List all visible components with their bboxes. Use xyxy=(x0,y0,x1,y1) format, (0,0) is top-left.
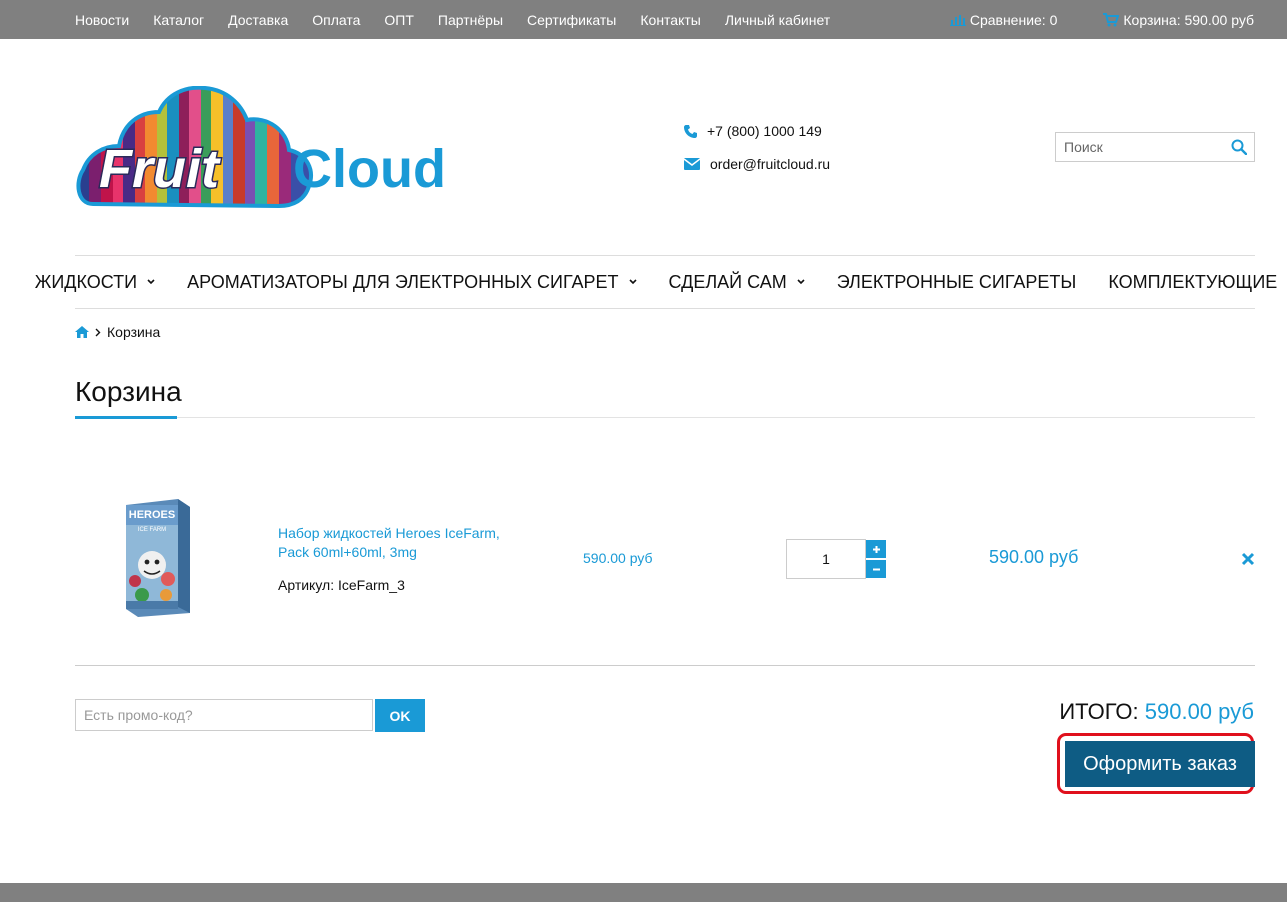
nav-item-flavorings[interactable]: АРОМАТИЗАТОРЫ ДЛЯ ЭЛЕКТРОННЫХ СИГАРЕТ xyxy=(187,271,637,293)
top-link-contacts[interactable]: Контакты xyxy=(640,12,700,28)
home-icon[interactable] xyxy=(75,326,89,338)
total-amount: 590.00 руб xyxy=(1144,699,1254,724)
chevron-down-icon xyxy=(147,279,155,285)
nav-label: КОМПЛЕКТУЮЩИЕ xyxy=(1108,271,1278,292)
quantity-increase-button[interactable] xyxy=(866,540,886,558)
title-divider xyxy=(75,417,1255,418)
search-button[interactable] xyxy=(1224,133,1254,161)
cart-icon xyxy=(1103,12,1120,26)
line-total: 590.00 руб xyxy=(989,547,1079,567)
nav-item-components[interactable]: КОМПЛЕКТУЮЩИЕ xyxy=(1108,272,1287,293)
top-link-partners[interactable]: Партнёры xyxy=(438,12,503,28)
nav-label: ЭЛЕКТРОННЫЕ СИГАРЕТЫ xyxy=(836,271,1077,292)
promo-apply-button[interactable]: OK xyxy=(375,699,425,732)
top-bar: Новости Каталог Доставка Оплата ОПТ Парт… xyxy=(0,0,1287,39)
top-link-payment[interactable]: Оплата xyxy=(312,12,360,28)
breadcrumb: Корзина xyxy=(75,324,160,340)
cart-link[interactable]: Корзина: 590.00 руб xyxy=(1103,12,1254,28)
page-title: Корзина xyxy=(75,376,182,407)
top-nav: Новости Каталог Доставка Оплата ОПТ Парт… xyxy=(75,0,854,39)
chevron-down-icon xyxy=(628,279,637,285)
nav-label: ЖИДКОСТИ xyxy=(34,271,138,292)
footer-bar xyxy=(0,883,1287,902)
nav-item-e-cigarettes[interactable]: ЭЛЕКТРОННЫЕ СИГАРЕТЫ xyxy=(837,272,1077,293)
chevron-right-icon xyxy=(95,328,101,336)
minus-icon xyxy=(872,568,880,570)
nav-item-liquids[interactable]: ЖИДКОСТИ xyxy=(35,272,155,293)
title-underline xyxy=(75,416,177,419)
bar-chart-icon xyxy=(949,14,966,26)
phone-row: +7 (800) 1000 149 xyxy=(684,120,830,142)
product-sku: Артикул: IceFarm_3 xyxy=(278,577,405,593)
search-box xyxy=(1055,132,1255,162)
promo-code-input[interactable] xyxy=(75,699,373,731)
product-name-link[interactable]: Набор жидкостей Heroes IceFarm, Pack 60m… xyxy=(278,524,528,562)
total-label: ИТОГО: xyxy=(1059,699,1139,724)
checkout-button[interactable]: Оформить заказ xyxy=(1065,741,1255,787)
cart-divider xyxy=(75,665,1255,666)
breadcrumb-current: Корзина xyxy=(107,324,161,340)
compare-label: Сравнение: 0 xyxy=(969,11,1058,28)
top-link-news[interactable]: Новости xyxy=(75,12,129,28)
product-image[interactable]: HEROES ICE FARM xyxy=(120,497,192,619)
chevron-down-icon xyxy=(797,279,805,285)
header-contacts: +7 (800) 1000 149 order@fruitcloud.ru xyxy=(684,120,830,186)
product-box-brand: HEROES xyxy=(128,509,176,521)
nav-item-diy[interactable]: СДЕЛАЙ САМ xyxy=(669,272,805,293)
quantity-decrease-button[interactable] xyxy=(866,560,886,578)
main-nav: ЖИДКОСТИ АРОМАТИЗАТОРЫ ДЛЯ ЭЛЕКТРОННЫХ С… xyxy=(35,255,1277,309)
phone-icon xyxy=(684,124,697,138)
site-logo[interactable]: Fruit Cloud xyxy=(75,85,475,210)
email-row: order@fruitcloud.ru xyxy=(684,153,830,175)
top-link-certificates[interactable]: Сертификаты xyxy=(527,12,616,28)
remove-item-icon[interactable] xyxy=(1241,552,1255,566)
cart-label: Корзина: 590.00 руб xyxy=(1123,11,1254,28)
nav-label: СДЕЛАЙ САМ xyxy=(668,271,787,292)
top-link-catalog[interactable]: Каталог xyxy=(153,12,204,28)
logo-text-fruit: Fruit xyxy=(98,138,221,201)
email-address[interactable]: order@fruitcloud.ru xyxy=(710,156,830,172)
top-link-account[interactable]: Личный кабинет xyxy=(725,12,830,28)
plus-icon xyxy=(872,545,880,553)
top-link-wholesale[interactable]: ОПТ xyxy=(384,12,414,28)
top-right: Сравнение: 0 Корзина: 590.00 руб xyxy=(904,0,1254,39)
compare-link[interactable]: Сравнение: 0 xyxy=(949,11,1058,28)
unit-price: 590.00 руб xyxy=(583,550,653,566)
search-icon xyxy=(1231,139,1247,155)
logo-text-cloud: Cloud xyxy=(293,139,446,199)
product-box-subtitle: ICE FARM xyxy=(137,527,167,533)
quantity-input[interactable] xyxy=(786,539,866,579)
phone-number[interactable]: +7 (800) 1000 149 xyxy=(707,123,822,139)
search-input[interactable] xyxy=(1056,134,1224,160)
nav-label: АРОМАТИЗАТОРЫ ДЛЯ ЭЛЕКТРОННЫХ СИГАРЕТ xyxy=(187,271,619,292)
envelope-icon xyxy=(684,158,700,170)
top-link-delivery[interactable]: Доставка xyxy=(228,12,288,28)
cart-total: ИТОГО: 590.00 руб xyxy=(1059,699,1254,725)
